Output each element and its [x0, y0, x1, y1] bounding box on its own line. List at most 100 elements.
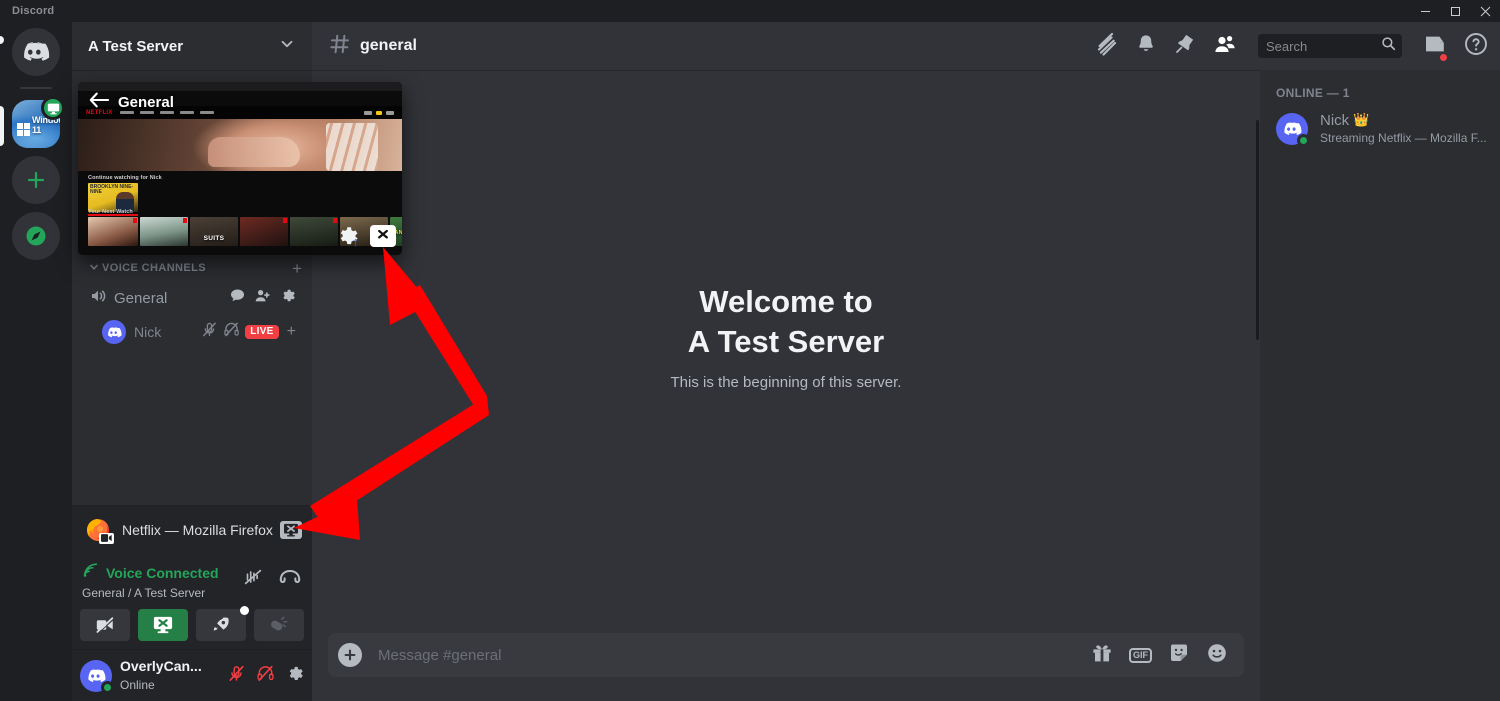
channel-header: general Search — [312, 22, 1500, 70]
netflix-card — [290, 217, 338, 246]
help-icon[interactable] — [1464, 32, 1488, 61]
stream-preview-stop-button[interactable] — [370, 225, 396, 247]
member-activity: Streaming Netflix — Mozilla F... — [1320, 130, 1487, 145]
avatar[interactable] — [80, 659, 114, 694]
inbox-notification-dot — [1439, 52, 1448, 62]
netflix-card: SUITS — [190, 217, 238, 246]
category-label: VOICE CHANNELS — [102, 262, 206, 274]
signal-icon — [82, 561, 100, 584]
member-list-icon[interactable] — [1213, 32, 1237, 61]
streaming-app-title: Netflix — Mozilla Firefox — [122, 521, 273, 538]
invite-icon[interactable] — [254, 287, 271, 309]
minimize-button[interactable] — [1410, 0, 1440, 22]
voice-channel-name: General — [114, 289, 168, 307]
maximize-button[interactable] — [1440, 0, 1470, 22]
voice-location-text: General / A Test Server — [82, 586, 206, 600]
screen-share-badge — [41, 96, 65, 120]
explore-servers-button[interactable] — [12, 212, 60, 260]
discord-icon — [24, 42, 50, 61]
disconnect-call-icon[interactable] — [278, 565, 302, 594]
rail-separator — [20, 87, 52, 89]
gear-icon[interactable] — [285, 664, 304, 688]
voice-channel-general[interactable]: General — [80, 281, 304, 315]
mic-muted-icon[interactable] — [227, 664, 246, 688]
server-windows-11[interactable]: Windows 11 — [12, 96, 65, 148]
live-badge[interactable]: LIVE — [245, 325, 279, 339]
soundboard-button[interactable] — [254, 609, 304, 641]
headset-muted-icon[interactable] — [256, 664, 275, 688]
stop-screenshare-icon — [374, 228, 392, 244]
member-list: ONLINE — 1 Nick 👑 Streaming Netflix — Mo… — [1260, 70, 1500, 701]
add-server-button[interactable] — [12, 156, 60, 204]
emoji-icon[interactable] — [1206, 642, 1228, 669]
arrow-left-icon[interactable] — [88, 90, 110, 115]
welcome-line2: A Test Server — [687, 323, 885, 359]
user-status: Online — [120, 677, 155, 692]
stop-screenshare-icon — [153, 616, 173, 634]
screen-icon — [99, 532, 114, 544]
netflix-row-label: Your Next Watch — [88, 209, 133, 215]
settings-icon[interactable] — [279, 287, 296, 309]
member-category: ONLINE — 1 — [1276, 86, 1350, 100]
voice-status-text: Voice Connected — [106, 564, 219, 581]
stream-preview-popup[interactable]: NETFLIX Continue watching for Nick BROOK… — [78, 82, 402, 255]
netflix-row-because: Because you watched Brooklyn Nine-Nine N… — [78, 253, 402, 255]
netflix-card-title: SUITS — [203, 235, 225, 242]
message-composer[interactable]: Message #general GIF — [328, 633, 1244, 677]
member-name: Nick — [1320, 111, 1350, 129]
add-channel-button[interactable]: + — [292, 260, 304, 277]
search-input[interactable]: Search — [1258, 34, 1402, 58]
stream-settings-button[interactable]: ↑ — [334, 223, 360, 249]
welcome-line1: Welcome to — [699, 284, 873, 320]
netflix-card — [140, 217, 188, 246]
sidebar-stop-share-button[interactable] — [280, 520, 302, 539]
username: OverlyCan... — [120, 657, 202, 674]
join-stream-button[interactable]: + — [287, 323, 296, 341]
discord-app-window: Discord Windows 11 — [0, 0, 1500, 701]
rocket-icon — [213, 617, 229, 631]
avatar — [102, 320, 126, 344]
crown-icon: 👑 — [1353, 112, 1370, 127]
windows-logo-icon — [17, 123, 30, 136]
gift-icon[interactable] — [1091, 642, 1113, 669]
noise-suppression-icon[interactable] — [242, 566, 264, 593]
camera-off-icon — [96, 617, 114, 634]
sticker-icon[interactable] — [1168, 642, 1190, 669]
voice-connected-panel: Voice Connected General / A Test Server — [72, 553, 312, 649]
chat-icon[interactable] — [229, 287, 246, 309]
window-titlebar: Discord — [0, 0, 1500, 22]
threads-icon[interactable] — [1094, 32, 1118, 61]
window-title: Discord — [12, 5, 55, 17]
soundboard-icon — [271, 616, 288, 631]
welcome-subtitle: This is the beginning of this server. — [670, 373, 902, 391]
inbox-icon[interactable] — [1423, 32, 1448, 62]
close-button[interactable] — [1470, 0, 1500, 22]
category-voice-channels[interactable]: VOICE CHANNELS + — [72, 256, 312, 280]
server-name: A Test Server — [88, 37, 184, 55]
voice-member-name: Nick — [134, 324, 162, 340]
stream-title: General — [118, 94, 174, 111]
camera-button[interactable] — [80, 609, 130, 641]
headset-muted-icon — [223, 321, 240, 343]
search-placeholder: Search — [1266, 38, 1308, 54]
avatar — [1276, 113, 1310, 147]
activities-button[interactable] — [196, 606, 249, 641]
plus-icon — [27, 171, 45, 189]
notification-bell-icon[interactable] — [1135, 33, 1157, 60]
voice-member-nick[interactable]: Nick LIVE + — [80, 316, 304, 348]
stream-back-control[interactable]: General — [88, 90, 174, 115]
server-header[interactable]: A Test Server — [72, 22, 312, 70]
home-button[interactable] — [12, 28, 60, 76]
netflix-row-label: Continue watching for Nick — [88, 175, 162, 181]
screenshare-button[interactable] — [138, 609, 188, 641]
mic-muted-icon — [201, 321, 218, 343]
search-icon — [1381, 36, 1396, 56]
firefox-icon — [84, 516, 114, 544]
page-title: general — [360, 37, 417, 54]
now-streaming-row[interactable]: Netflix — Mozilla Firefox — [72, 505, 312, 553]
pinned-messages-icon[interactable] — [1174, 33, 1196, 60]
gif-icon[interactable]: GIF — [1129, 647, 1152, 663]
status-badge — [101, 680, 114, 694]
list-item[interactable]: Nick 👑 Streaming Netflix — Mozilla F... — [1268, 108, 1492, 150]
upload-attachment-button[interactable] — [338, 643, 362, 667]
